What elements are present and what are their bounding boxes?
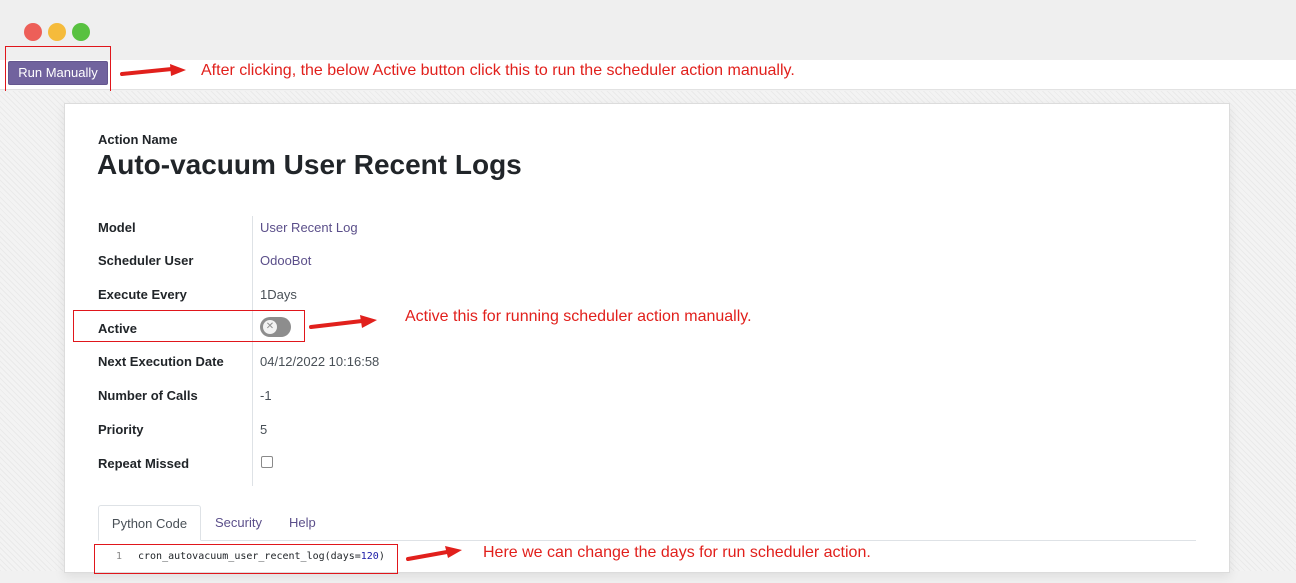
- number-of-calls-value: -1: [260, 388, 272, 403]
- priority-value: 5: [260, 422, 268, 437]
- code-annotation-note: Here we can change the days for run sche…: [483, 544, 871, 561]
- active-field-highlight: [73, 310, 305, 342]
- field-next-execution-date: Next Execution Date 04/12/2022 10:16:58: [98, 354, 598, 388]
- field-number-of-calls: Number of Calls -1: [98, 388, 598, 422]
- field-repeat-missed: Repeat Missed: [98, 456, 598, 490]
- tab-python-code[interactable]: Python Code: [98, 505, 201, 541]
- field-model: Model User Recent Log: [98, 220, 598, 254]
- maximize-window-icon[interactable]: [72, 23, 90, 41]
- tab-help[interactable]: Help: [289, 505, 316, 541]
- arrow-right-icon: [120, 64, 186, 76]
- close-window-icon[interactable]: [24, 23, 42, 41]
- field-label: Repeat Missed: [98, 456, 190, 471]
- tab-security[interactable]: Security: [215, 505, 262, 541]
- scheduler-user-link[interactable]: OdooBot: [260, 253, 311, 268]
- field-label: Priority: [98, 422, 144, 437]
- field-label: Scheduler User: [98, 253, 194, 268]
- code-line-highlight: [94, 544, 398, 574]
- field-label: Next Execution Date: [98, 354, 224, 369]
- model-link[interactable]: User Recent Log: [260, 220, 358, 235]
- notebook-tabs: Python Code Security Help: [98, 505, 1196, 541]
- field-scheduler-user: Scheduler User OdooBot: [98, 253, 598, 287]
- minimize-window-icon[interactable]: [48, 23, 66, 41]
- action-name-caption: Action Name: [98, 132, 178, 147]
- next-execution-date-value: 04/12/2022 10:16:58: [260, 354, 380, 369]
- record-title: Auto-vacuum User Recent Logs: [97, 149, 522, 180]
- run-annotation-note: After clicking, the below Active button …: [201, 62, 795, 79]
- run-button-highlight: [5, 46, 111, 96]
- field-priority: Priority 5: [98, 422, 598, 456]
- field-label: Model: [98, 220, 136, 235]
- arrow-right-icon: [406, 546, 462, 561]
- active-annotation-note: Active this for running scheduler action…: [405, 308, 752, 325]
- field-label: Number of Calls: [98, 388, 198, 403]
- execute-every-value: 1Days: [260, 287, 297, 302]
- arrow-right-icon: [309, 315, 377, 329]
- window-titlebar: [0, 0, 1296, 60]
- repeat-missed-checkbox[interactable]: [261, 456, 273, 468]
- field-label: Execute Every: [98, 287, 187, 302]
